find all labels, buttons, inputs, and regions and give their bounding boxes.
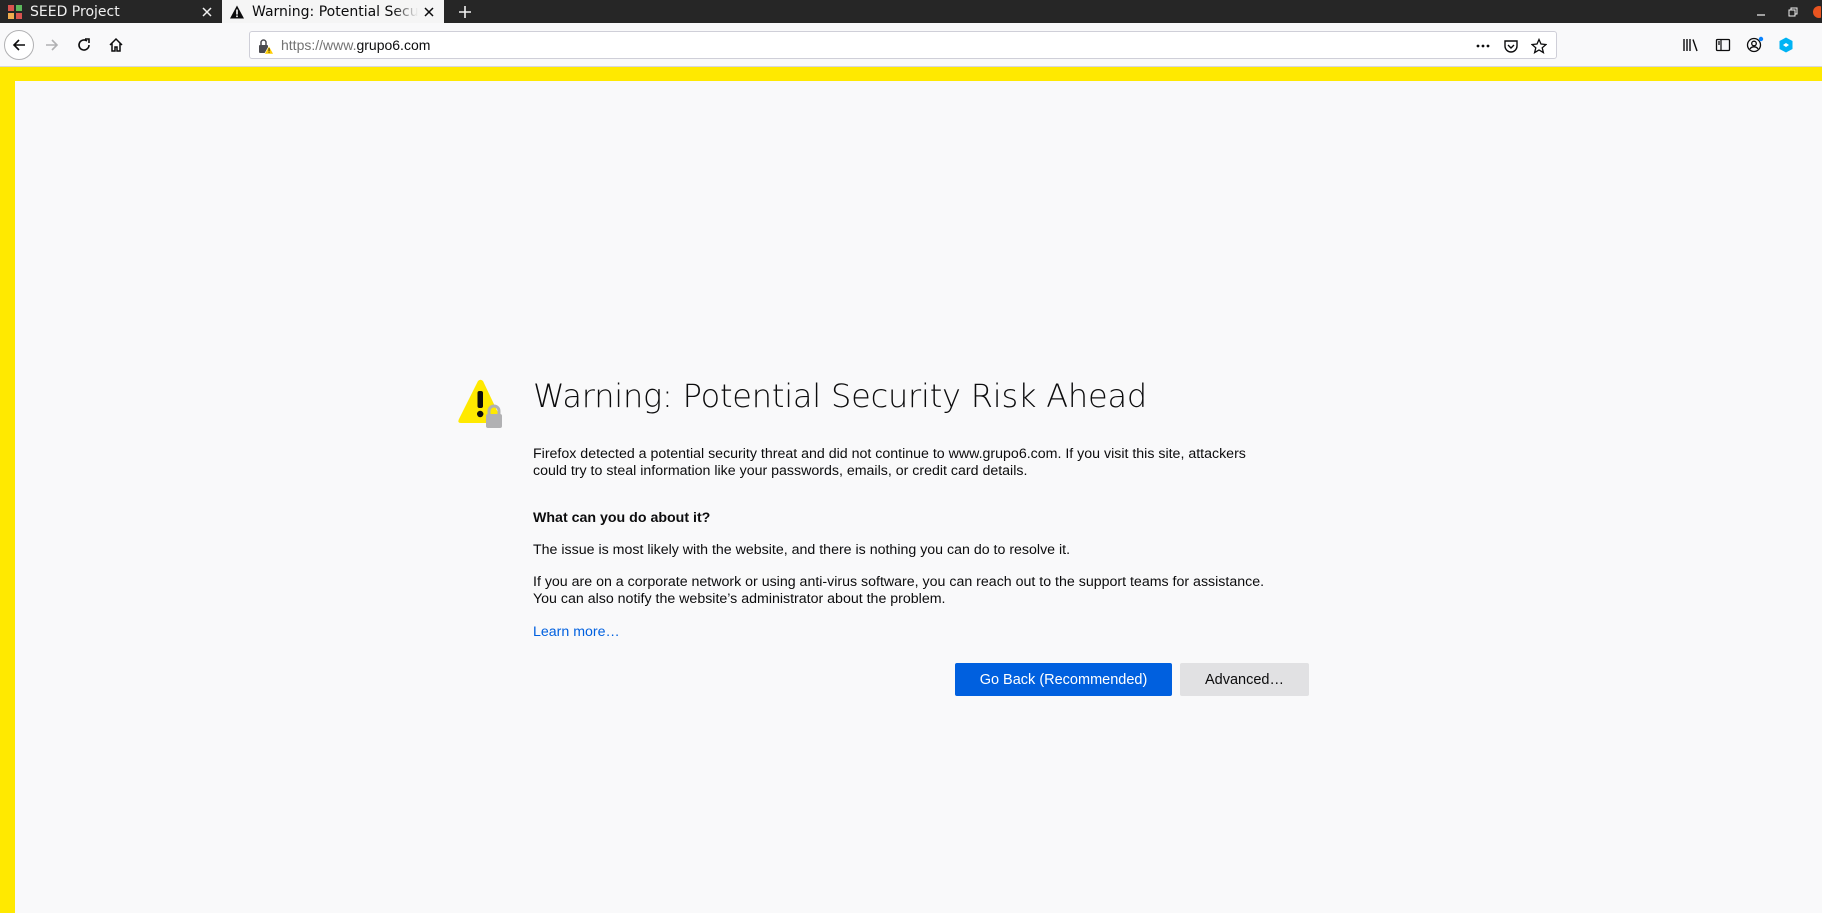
tab-title: Warning: Potential Security Risk Ahead bbox=[252, 3, 418, 20]
insecure-lock-icon[interactable] bbox=[256, 37, 274, 55]
restore-button[interactable] bbox=[1778, 0, 1808, 23]
issue-paragraph: The issue is most likely with the websit… bbox=[533, 542, 1071, 558]
close-window-icon bbox=[1813, 5, 1821, 18]
go-back-button[interactable]: Go Back (Recommended) bbox=[955, 663, 1172, 696]
pocket-button[interactable] bbox=[1500, 35, 1522, 57]
error-page bbox=[0, 67, 1822, 913]
pocket-icon bbox=[1504, 40, 1518, 53]
extension-button[interactable] bbox=[1773, 32, 1799, 58]
plus-icon bbox=[459, 5, 471, 18]
tab-close-icon[interactable] bbox=[196, 1, 218, 23]
minimize-button[interactable] bbox=[1746, 0, 1776, 23]
warning-lock-icon bbox=[458, 379, 502, 428]
learn-more-link[interactable]: Learn more… bbox=[533, 624, 620, 640]
url-scheme: https://www. bbox=[281, 37, 357, 53]
url-bar[interactable]: https://www.grupo6.com bbox=[249, 31, 1557, 59]
library-button[interactable] bbox=[1678, 32, 1704, 58]
seed-favicon-icon bbox=[8, 4, 22, 19]
forward-arrow-icon bbox=[46, 39, 59, 51]
reload-icon bbox=[78, 38, 90, 51]
tab-title: SEED Project bbox=[30, 3, 120, 20]
back-arrow-icon bbox=[12, 39, 25, 51]
home-icon bbox=[109, 37, 123, 52]
navigation-toolbar: https://www.grupo6.com bbox=[0, 23, 1822, 67]
library-icon bbox=[1683, 39, 1698, 52]
url-text[interactable]: https://www.grupo6.com bbox=[281, 37, 430, 53]
advanced-button[interactable]: Advanced… bbox=[1180, 663, 1309, 696]
corporate-network-paragraph: If you are on a corporate network or usi… bbox=[533, 574, 1265, 607]
back-button[interactable] bbox=[4, 30, 34, 60]
tab-seed-project[interactable]: SEED Project bbox=[0, 0, 222, 23]
restore-icon bbox=[1788, 7, 1798, 16]
reload-button[interactable] bbox=[69, 30, 99, 60]
bookmark-star-button[interactable] bbox=[1528, 35, 1550, 57]
forward-button[interactable] bbox=[37, 30, 67, 60]
tab-strip: SEED Project Warning: Potential Security… bbox=[0, 0, 1822, 23]
page-title: Warning: Potential Security Risk Ahead bbox=[533, 377, 1148, 415]
minimize-icon bbox=[1757, 13, 1765, 16]
close-window-button[interactable] bbox=[1806, 0, 1822, 23]
star-icon bbox=[1531, 38, 1547, 54]
error-description: Firefox detected a potential security th… bbox=[533, 446, 1246, 479]
tab-close-icon[interactable] bbox=[418, 1, 440, 23]
warning-icon bbox=[230, 5, 244, 18]
sidebar-icon bbox=[1715, 38, 1731, 52]
tab-warning[interactable]: Warning: Potential Security Risk Ahead bbox=[222, 0, 444, 23]
url-host: grupo6.com bbox=[356, 37, 431, 53]
extension-icon bbox=[1779, 37, 1793, 53]
page-actions-button[interactable] bbox=[1472, 35, 1494, 57]
more-dots-icon bbox=[1476, 44, 1490, 48]
new-tab-button[interactable] bbox=[452, 0, 478, 23]
sidebar-button[interactable] bbox=[1710, 32, 1736, 58]
what-can-you-do-heading: What can you do about it? bbox=[533, 510, 711, 526]
account-button[interactable] bbox=[1742, 32, 1768, 58]
home-button[interactable] bbox=[101, 30, 131, 60]
account-icon bbox=[1746, 36, 1764, 53]
